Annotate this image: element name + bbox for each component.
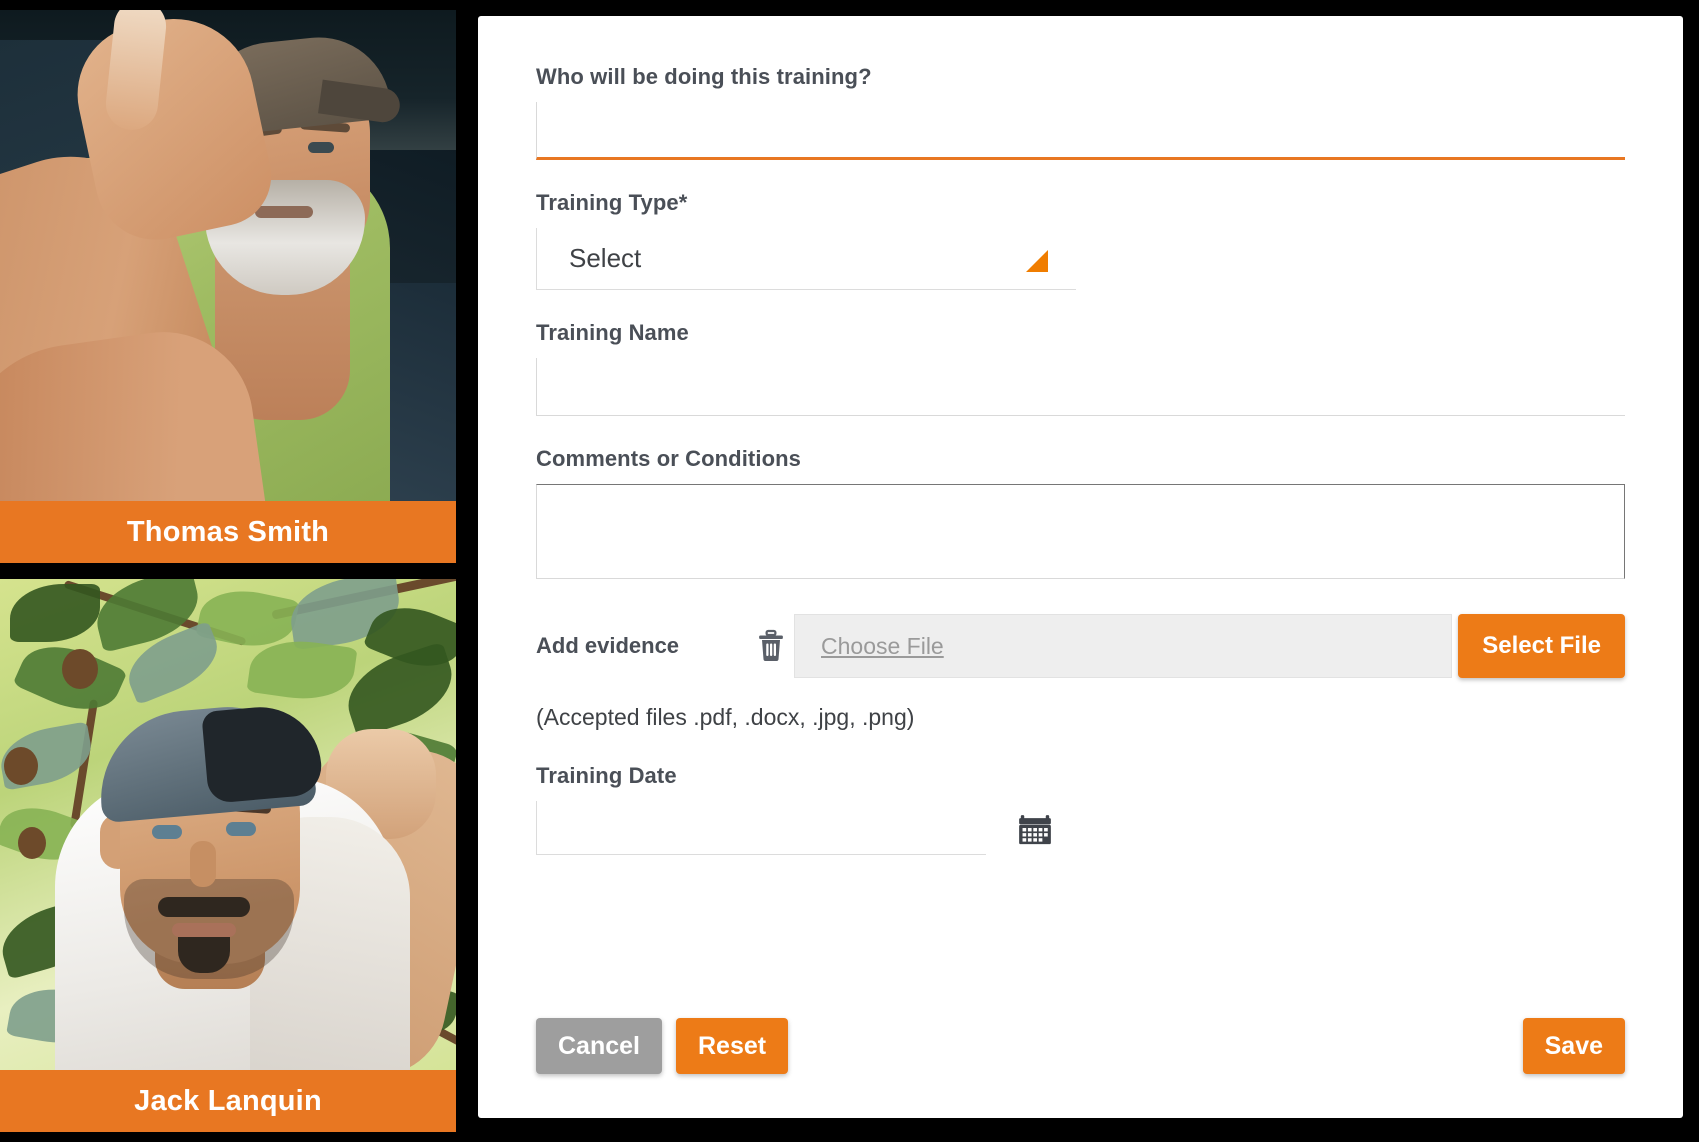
training-date-label: Training Date [536,763,677,788]
person-card-thomas-smith[interactable]: Thomas Smith [0,10,456,563]
person-photo [0,579,456,1132]
training-name-input[interactable] [536,358,1625,416]
field-comments-or-conditions: Comments or Conditions [536,446,1625,584]
who-doing-training-input[interactable] [536,102,1625,160]
person-name-label: Thomas Smith [126,515,330,548]
save-button[interactable]: Save [1522,1018,1625,1074]
file-input-box[interactable]: Choose File [794,614,1453,678]
person-name-bar: Jack Lanquin [0,1070,456,1132]
trash-icon[interactable] [748,629,794,663]
reset-button[interactable]: Reset [675,1018,789,1074]
training-name-label: Training Name [536,320,689,345]
field-training-date: Training Date [536,763,1625,855]
cancel-button[interactable]: Cancel [536,1018,662,1074]
training-type-label: Training Type* [536,190,688,215]
choose-file-link[interactable]: Choose File [821,633,944,660]
training-date-row [536,801,1625,855]
select-file-button[interactable]: Select File [1458,614,1625,678]
app-screen: Thomas Smith Jack Lanquin Who will be do… [0,0,1699,1142]
training-form-panel: Who will be doing this training? Trainin… [478,16,1683,1118]
add-evidence-label: Add evidence [536,633,680,658]
people-list: Thomas Smith Jack Lanquin [0,10,456,1132]
field-who-doing-training: Who will be doing this training? [536,64,1625,160]
form-action-bar: Cancel Reset Save [536,1018,1625,1074]
accepted-files-note: (Accepted files .pdf, .docx, .jpg, .png) [536,704,915,730]
calendar-icon[interactable] [1018,814,1052,851]
who-doing-training-label: Who will be doing this training? [536,64,872,89]
comments-or-conditions-textarea[interactable] [536,484,1625,579]
comments-or-conditions-label: Comments or Conditions [536,446,801,471]
training-type-selected-value[interactable]: Select [536,228,1076,290]
person-name-bar: Thomas Smith [0,501,456,563]
field-training-type: Training Type* Select [536,190,1625,290]
training-date-input[interactable] [536,801,986,855]
add-evidence-row: Add evidence Choose File Select File [536,614,1625,678]
person-card-jack-lanquin[interactable]: Jack Lanquin [0,579,456,1132]
training-type-select[interactable]: Select [536,228,1076,290]
dropdown-arrow-icon[interactable] [1026,250,1048,272]
person-name-label: Jack Lanquin [134,1084,322,1117]
field-training-name: Training Name [536,320,1625,416]
person-photo [0,10,456,563]
